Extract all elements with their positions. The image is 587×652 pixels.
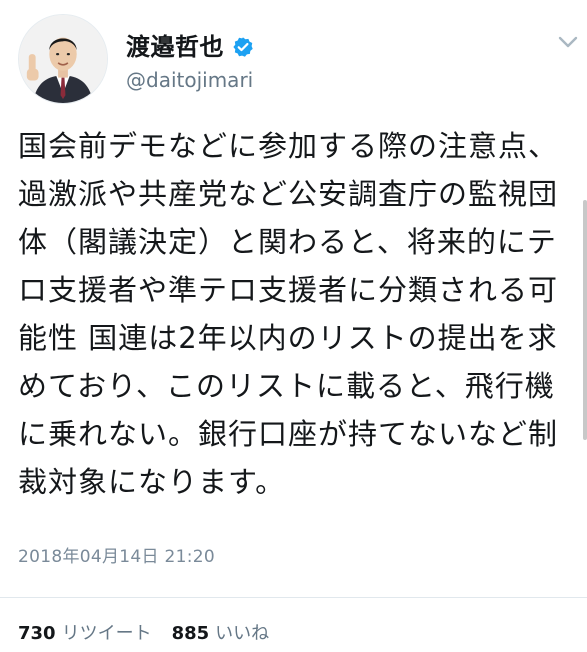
verified-badge-icon xyxy=(232,36,254,58)
like-label[interactable]: いいね xyxy=(215,622,269,646)
tweet-timestamp[interactable]: 2018年04月14日 21:20 xyxy=(18,545,215,569)
author-info: 渡邉哲也 @daitojimari xyxy=(126,32,254,94)
divider xyxy=(0,597,587,598)
avatar-image xyxy=(19,15,107,103)
name-row: 渡邉哲也 xyxy=(126,32,254,62)
tweet-text: 国会前デモなどに参加する際の注意点、過激派や共産党など公安調査庁の監視団体（閣議… xyxy=(18,129,559,499)
retweet-count[interactable]: 730 xyxy=(18,622,56,646)
tweet-stats: 730 リツイート 885 いいね xyxy=(18,622,289,646)
tweet-card: 渡邉哲也 @daitojimari 国会前デモなどに参加する際の注意点、過激派や… xyxy=(0,0,587,652)
chevron-down-icon[interactable] xyxy=(556,34,580,50)
retweet-label[interactable]: リツイート xyxy=(62,622,152,646)
tweet-header: 渡邉哲也 @daitojimari xyxy=(18,14,578,104)
display-name[interactable]: 渡邉哲也 xyxy=(126,32,224,62)
avatar[interactable] xyxy=(18,14,108,104)
user-handle[interactable]: @daitojimari xyxy=(126,66,254,94)
scrollbar[interactable] xyxy=(583,200,587,440)
like-count[interactable]: 885 xyxy=(172,622,210,646)
